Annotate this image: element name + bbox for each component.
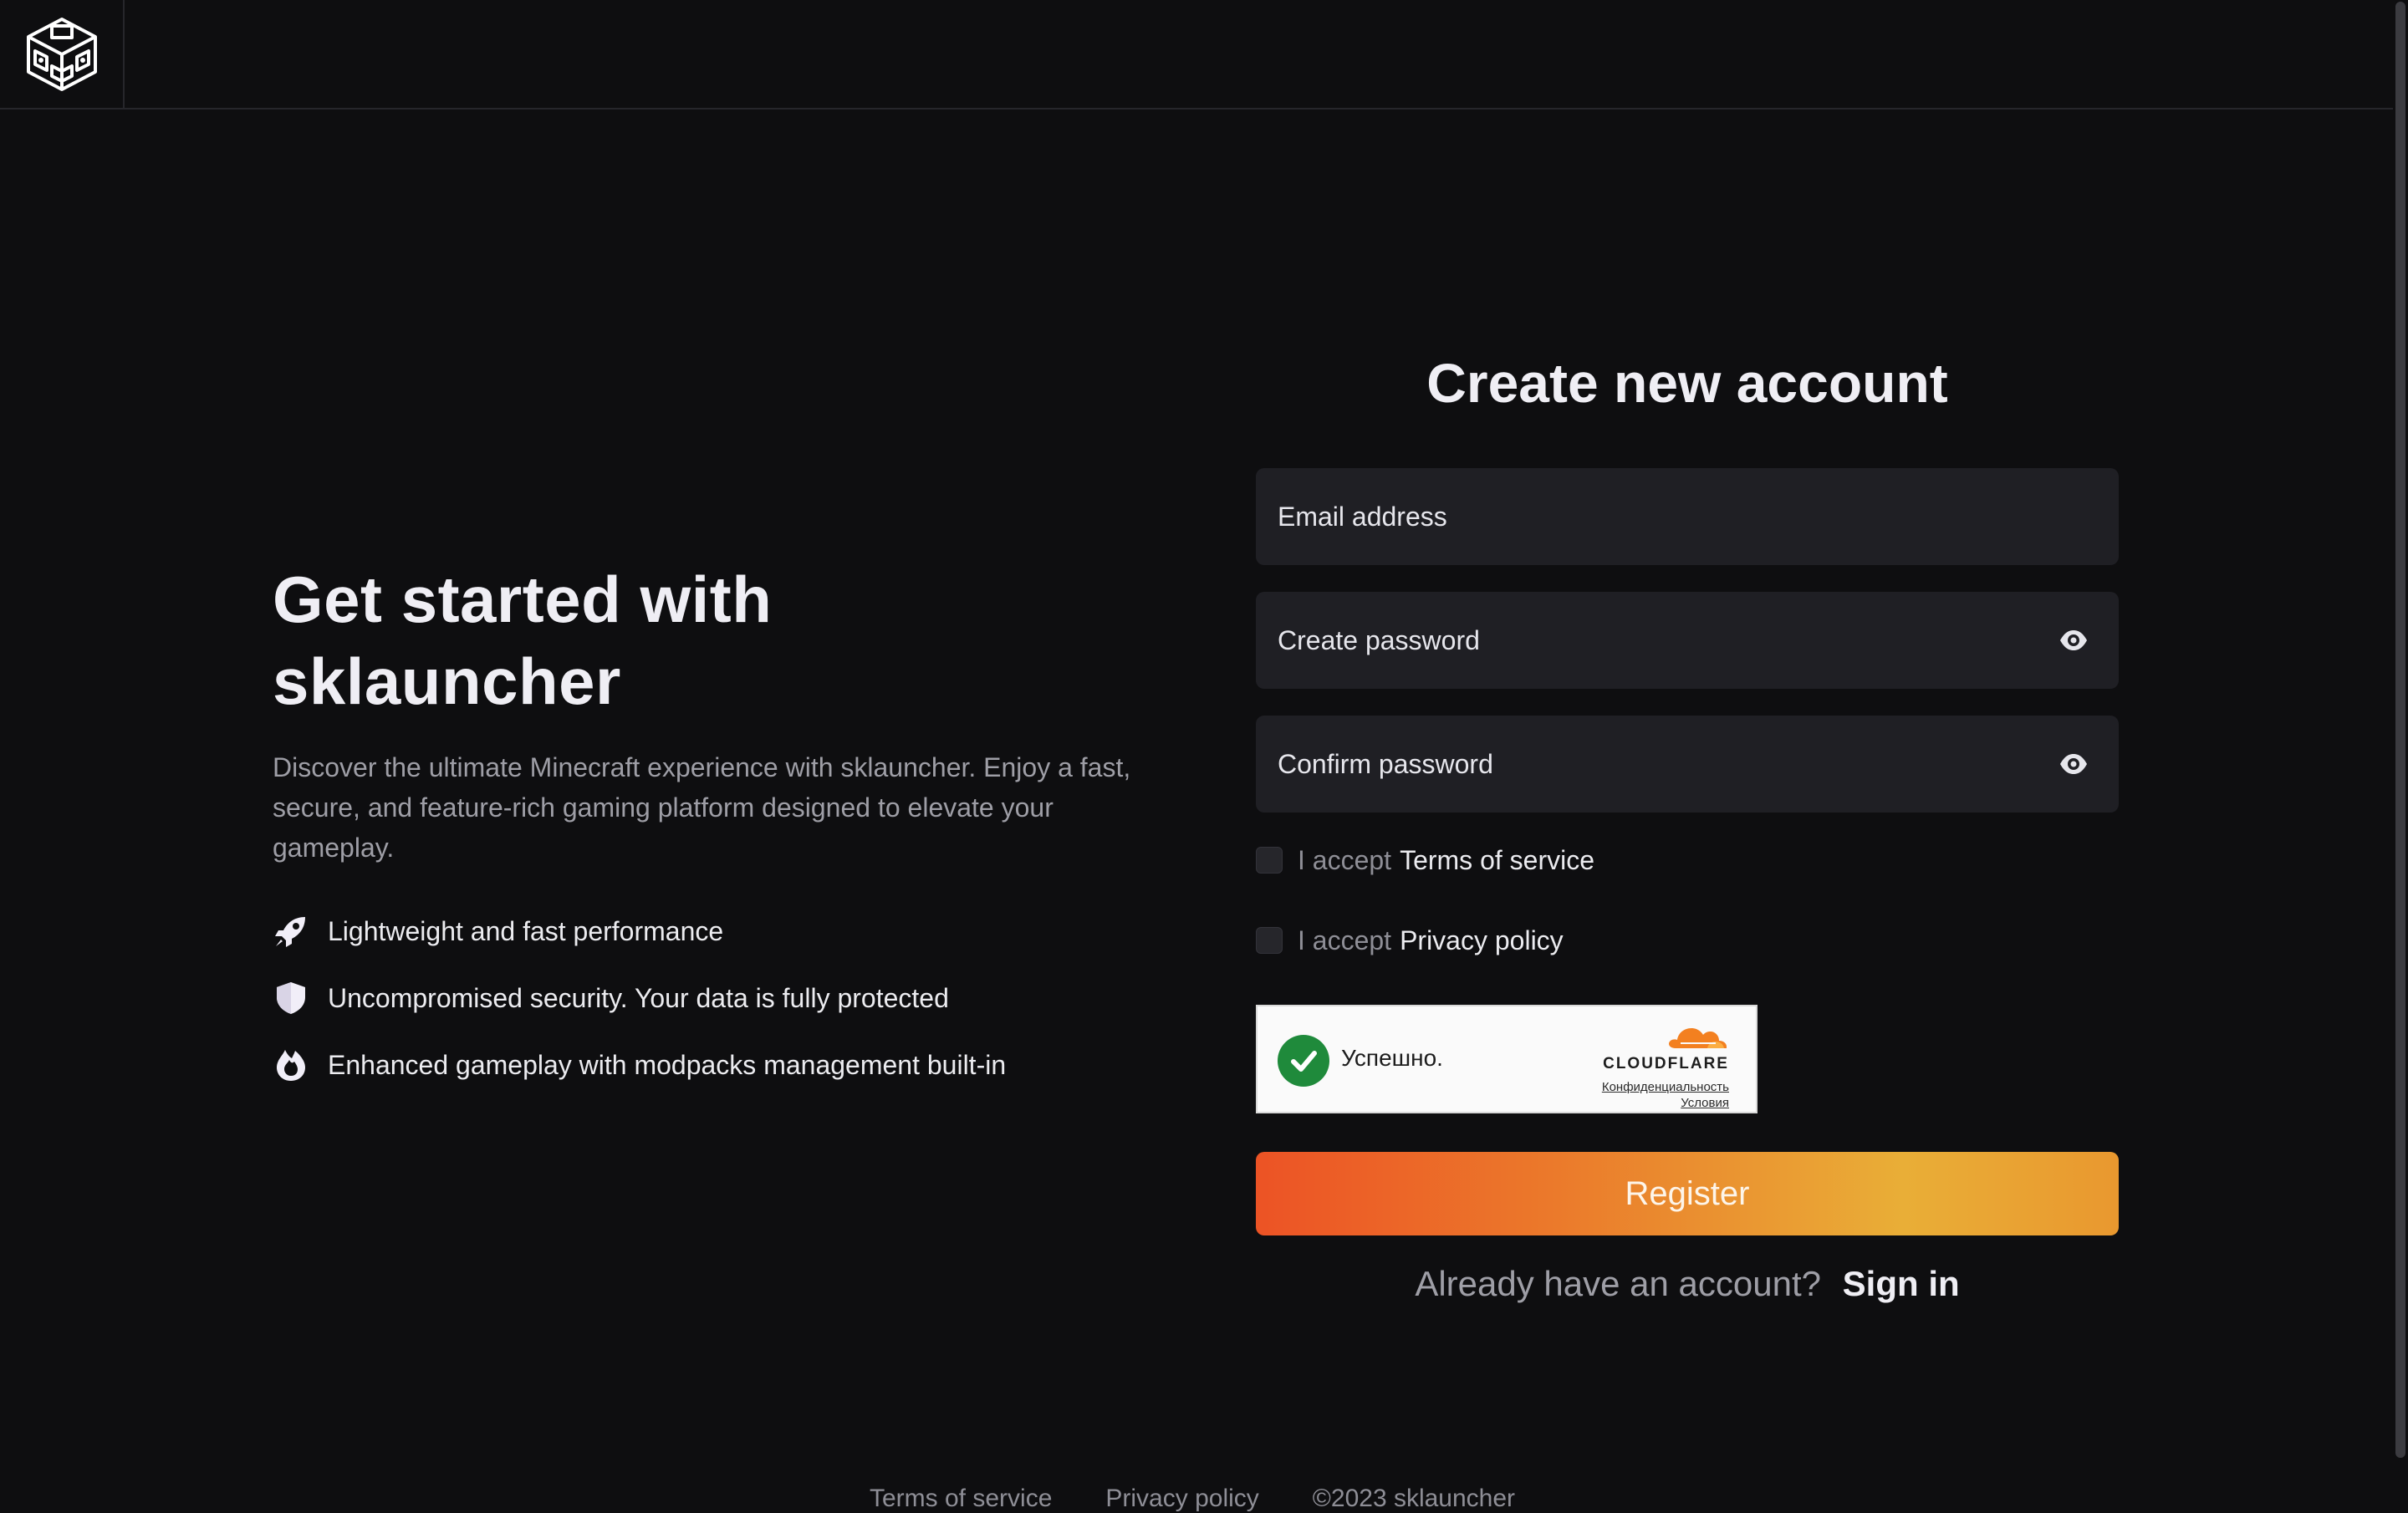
shield-icon <box>273 980 309 1016</box>
privacy-link[interactable]: Privacy policy <box>1400 925 1564 956</box>
top-header <box>0 0 2393 110</box>
form-title: Create new account <box>1426 352 1948 414</box>
captcha-status: Успешно. <box>1341 1045 1443 1071</box>
feature-text: Enhanced gameplay with modpacks manageme… <box>328 1049 1007 1080</box>
cloudflare-cloud-icon <box>1669 1028 1727 1048</box>
feature-item: Enhanced gameplay with modpacks manageme… <box>273 1032 1159 1098</box>
feature-item: Uncompromised security. Your data is ful… <box>273 965 1159 1032</box>
password-input[interactable] <box>1256 592 2119 689</box>
logo-link[interactable] <box>0 0 125 108</box>
email-field <box>1256 468 2119 565</box>
captcha-privacy-link[interactable]: Конфиденциальность <box>1602 1080 1729 1094</box>
terms-row: I accept Terms of service <box>1256 841 2119 879</box>
email-input[interactable] <box>1256 468 2119 565</box>
terms-prefix: I accept <box>1298 844 1392 875</box>
hero-section: Get started with sklauncher Discover the… <box>273 558 1159 1112</box>
privacy-prefix: I accept <box>1298 925 1392 955</box>
eye-icon[interactable] <box>2057 749 2090 779</box>
feature-list: Lightweight and fast performance Uncompr… <box>273 898 1159 1098</box>
terms-checkbox[interactable] <box>1256 847 1283 874</box>
hero-title: Get started with sklauncher <box>273 563 773 718</box>
feature-text: Lightweight and fast performance <box>328 915 724 946</box>
footer-copyright: ©2023 sklauncher <box>1312 1485 1516 1512</box>
footer-privacy-link[interactable]: Privacy policy <box>1105 1485 1258 1513</box>
feature-text: Uncompromised security. Your data is ful… <box>328 982 949 1013</box>
cube-logo-icon <box>26 17 97 91</box>
page-scrollbar[interactable] <box>2393 0 2408 1505</box>
terms-link[interactable]: Terms of service <box>1400 845 1594 876</box>
rocket-icon <box>273 913 309 950</box>
check-icon <box>1278 1035 1329 1087</box>
feature-item: Lightweight and fast performance <box>273 898 1159 965</box>
footer-terms-link[interactable]: Terms of service <box>870 1485 1052 1513</box>
signin-row: Already have an account? Sign in <box>1256 1259 2119 1309</box>
confirm-password-field <box>1256 716 2119 813</box>
form-fields <box>1256 468 2119 813</box>
flame-icon <box>273 1047 309 1083</box>
cloudflare-captcha[interactable]: Успешно. CLOUDFLARE Конфиденциальность У… <box>1256 1005 1758 1113</box>
register-form: Create new account Email address I accep… <box>1256 334 2119 1309</box>
hero-description: Discover the ultimate Minecraft experien… <box>273 752 1131 863</box>
cloudflare-brand: CLOUDFLARE <box>1603 1055 1729 1072</box>
signin-prompt: Already have an account? <box>1415 1264 1821 1303</box>
scrollbar-thumb[interactable] <box>2395 2 2405 1458</box>
eye-icon[interactable] <box>2057 625 2090 655</box>
register-button[interactable]: Register <box>1256 1152 2119 1235</box>
password-field <box>1256 592 2119 689</box>
confirm-password-input[interactable] <box>1256 716 2119 813</box>
privacy-row: I accept Privacy policy <box>1256 921 2119 960</box>
captcha-terms-link[interactable]: Условия <box>1681 1096 1729 1110</box>
signin-link[interactable]: Sign in <box>1843 1264 1960 1303</box>
privacy-checkbox[interactable] <box>1256 927 1283 954</box>
page-footer: Terms of service Privacy policy ©2023 sk… <box>870 1485 1515 1513</box>
